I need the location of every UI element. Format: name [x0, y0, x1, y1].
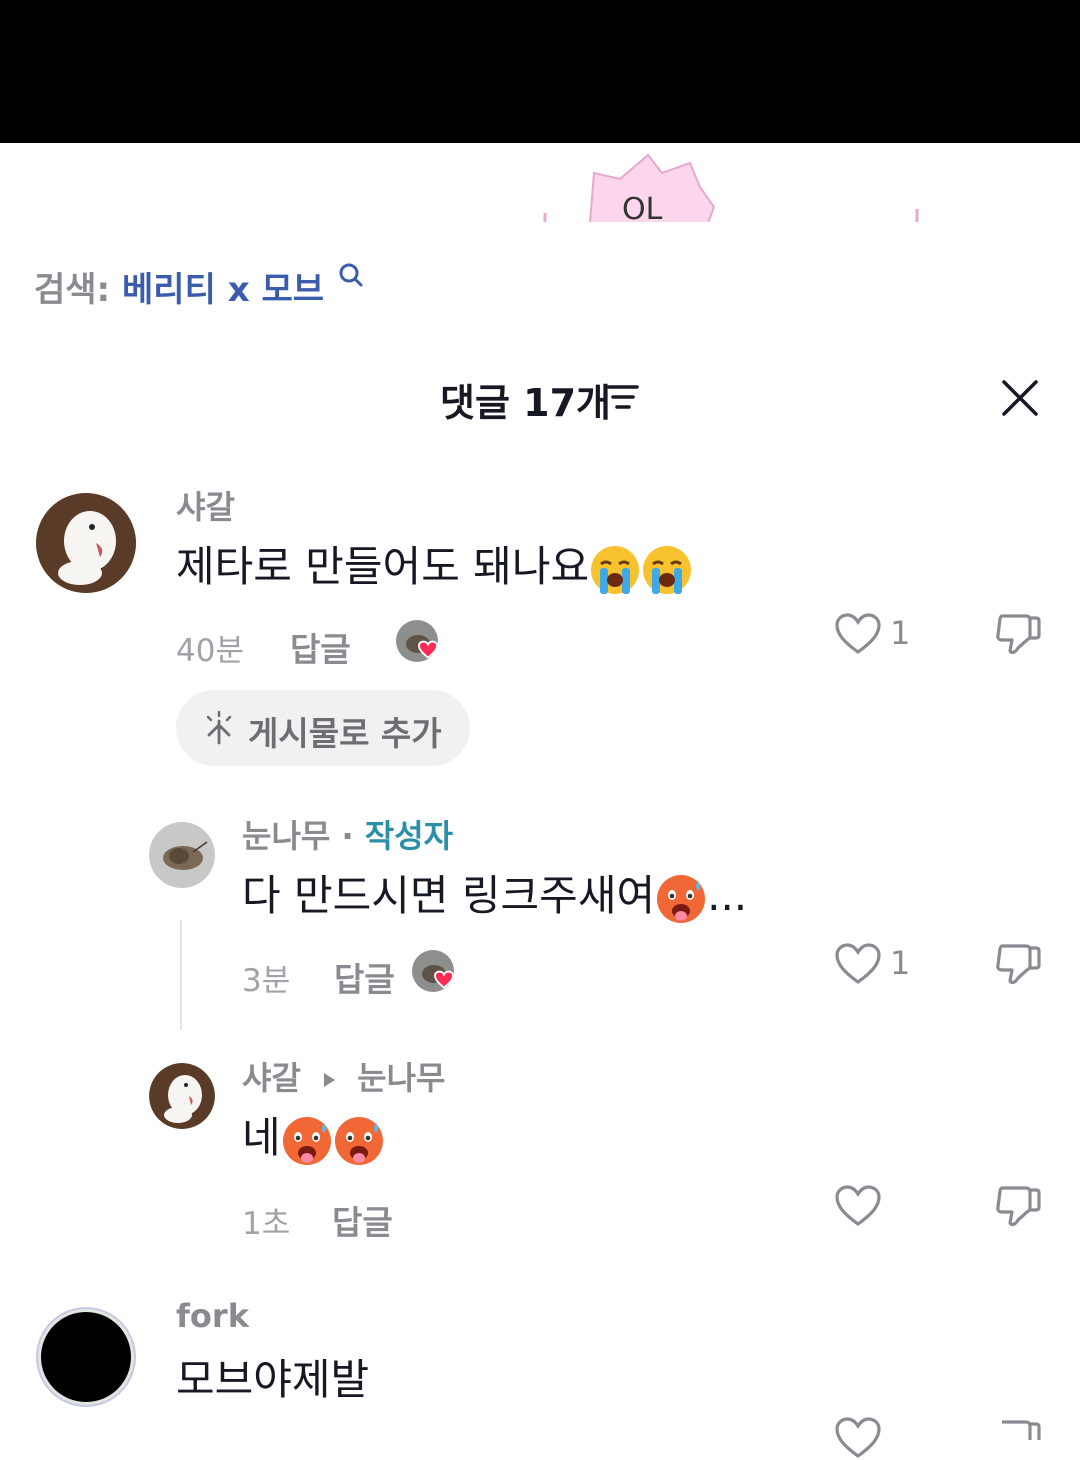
heart-icon[interactable] — [834, 1416, 882, 1460]
search-suggestion[interactable]: 검색: 베리티 x 모브 — [34, 262, 364, 311]
comment-timestamp: 40분 — [176, 633, 244, 669]
sort-filter-icon[interactable] — [606, 382, 640, 412]
hot-face-icon — [657, 874, 706, 923]
comment-text: 모브야제발 — [176, 1355, 370, 1404]
video-area — [0, 0, 1080, 143]
sparkle-icon — [206, 711, 232, 745]
reply-body: 네 — [242, 1113, 281, 1162]
creator-liked-badge — [412, 950, 456, 994]
creator-tag: 작성자 — [364, 817, 454, 855]
hot-face-icon — [282, 1116, 331, 1165]
reply-arrow-icon — [324, 1073, 336, 1087]
svg-text:OL: OL — [622, 192, 663, 223]
avatar[interactable] — [149, 822, 215, 888]
reply-timestamp: 3분 — [242, 963, 291, 999]
thumbs-down-icon[interactable] — [994, 1416, 1042, 1440]
thumbs-down-icon[interactable] — [994, 610, 1042, 658]
comic-burst-graphic: OL — [543, 153, 919, 223]
reply-to-username[interactable]: 눈나무 — [357, 1059, 445, 1097]
add-as-post-button[interactable]: 게시물로 추가 — [176, 690, 470, 766]
comment-username[interactable]: 샤갈 — [176, 482, 235, 528]
reply-username[interactable]: 눈나무 · 작성자 — [242, 811, 453, 857]
search-icon — [339, 263, 363, 287]
comment-username[interactable]: fork — [176, 1297, 249, 1335]
creator-liked-badge — [396, 620, 440, 664]
reply-text: 다 만드시면 링크주새여 ... — [242, 862, 747, 925]
avatar[interactable] — [36, 493, 136, 593]
close-icon[interactable] — [1000, 378, 1040, 418]
loudly-crying-face-icon — [643, 545, 692, 594]
thread-divider — [180, 920, 182, 1030]
add-as-post-label: 게시물로 추가 — [248, 714, 442, 753]
heart-icon[interactable] — [834, 1184, 882, 1228]
avatar[interactable] — [36, 1307, 136, 1407]
reply-text: 네 — [242, 1104, 385, 1167]
search-label: 검색: — [34, 270, 111, 310]
reply-button[interactable]: 답글 — [332, 1196, 393, 1244]
reply-button[interactable]: 답글 — [334, 953, 395, 1001]
avatar[interactable] — [149, 1063, 215, 1129]
comments-count-title: 댓글 17개 — [440, 381, 611, 425]
reply-username[interactable]: 샤갈 눈나무 — [242, 1053, 446, 1099]
reply-username-text: 눈나무 — [242, 817, 331, 855]
reply-button[interactable]: 답글 — [290, 623, 351, 671]
reply-ellipsis: ... — [707, 871, 748, 920]
loudly-crying-face-icon — [591, 545, 640, 594]
username-separator: · — [341, 817, 354, 855]
like-count: 1 — [890, 944, 911, 982]
comment-text: 제타로 만들어도 돼나요 — [176, 533, 693, 596]
video-preview: OL — [0, 143, 1080, 223]
reply-username-text: 샤갈 — [242, 1059, 301, 1097]
heart-icon[interactable] — [834, 942, 882, 986]
reply-timestamp: 1초 — [242, 1206, 291, 1242]
thumbs-down-icon[interactable] — [994, 1182, 1042, 1230]
thumbs-down-icon[interactable] — [994, 940, 1042, 988]
heart-icon[interactable] — [834, 612, 882, 656]
like-count: 1 — [890, 614, 911, 652]
hot-face-icon — [334, 1116, 383, 1165]
comment-body: 제타로 만들어도 돼나요 — [176, 542, 590, 591]
reply-body: 다 만드시면 링크주새여 — [242, 871, 656, 920]
search-term[interactable]: 베리티 x 모브 — [122, 270, 324, 310]
